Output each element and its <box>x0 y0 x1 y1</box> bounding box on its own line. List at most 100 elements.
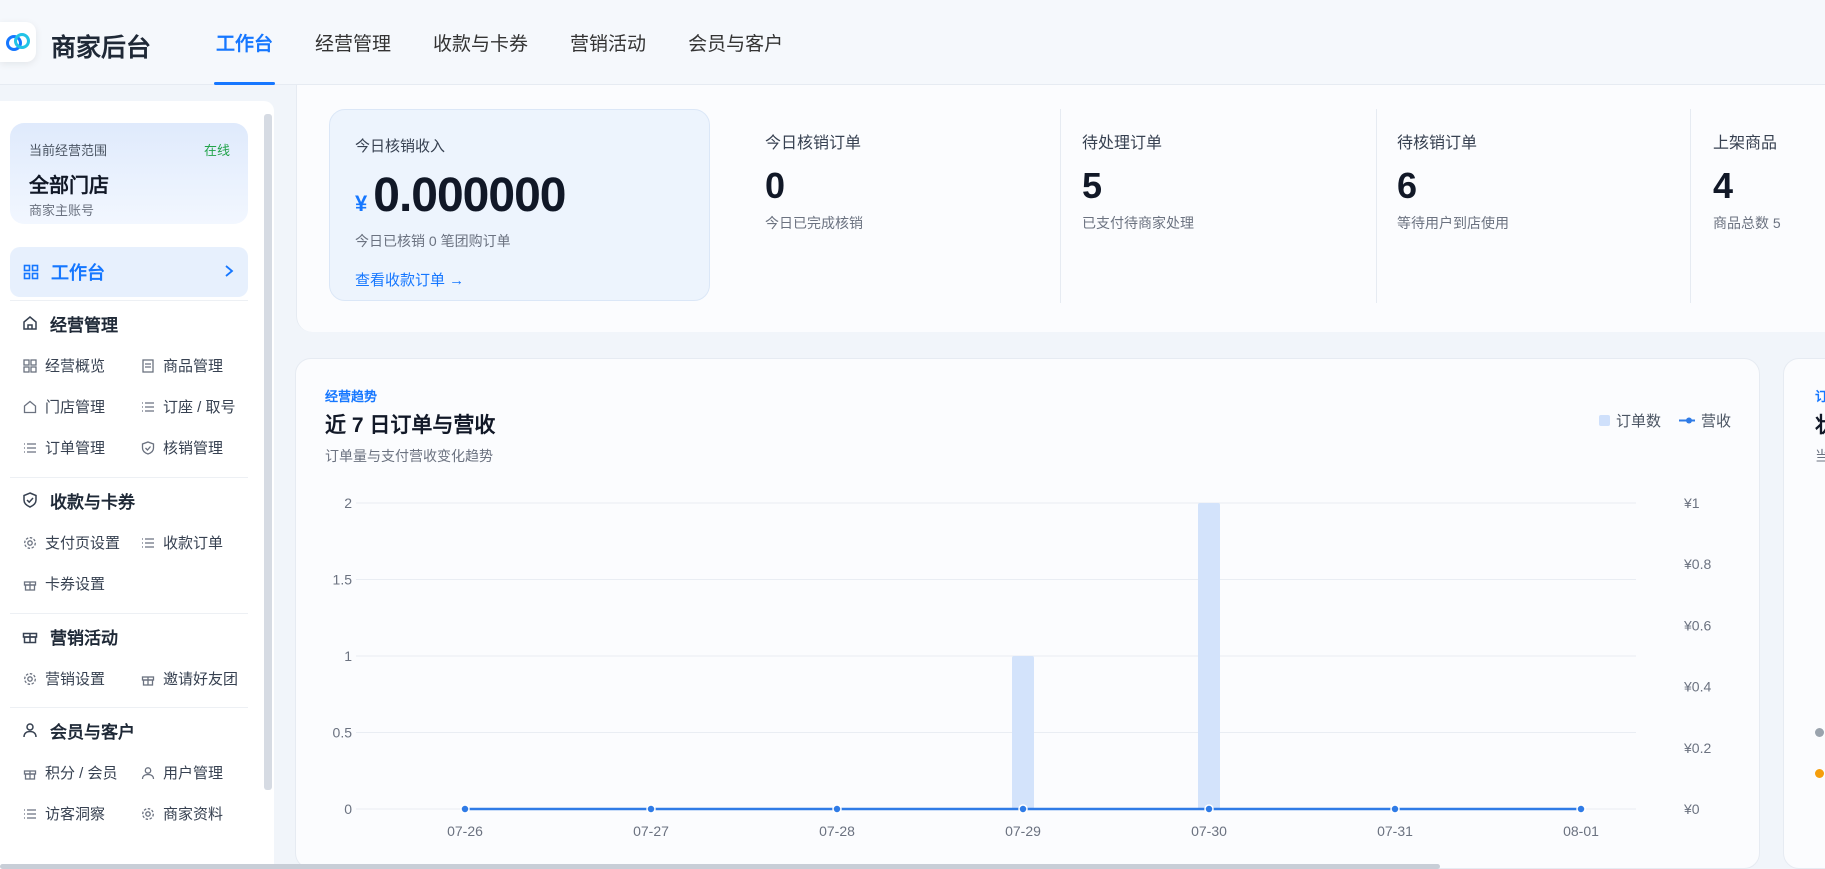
nav-tab-payments-coupons[interactable]: 收款与卡券 <box>431 0 530 85</box>
brand-name: 商家后台 <box>51 34 152 62</box>
sidebar-item-marketing-settings[interactable]: 营销设置 <box>22 658 140 699</box>
gear-icon <box>22 671 38 687</box>
scope-label: 当前经营范围 <box>29 143 108 158</box>
kpi-card: 今日核销收入 ¥ 0.000000 今日已核销 0 笔团购订单 查看收款订单 →… <box>296 85 1825 332</box>
main-nav: 工作台 经营管理 收款与卡券 营销活动 会员与客户 <box>214 0 823 85</box>
account-type: 商家主账号 <box>29 203 95 218</box>
user-icon <box>140 765 156 781</box>
y-right-tick-label: ¥0.8 <box>1683 556 1711 572</box>
stat-value: 5 <box>1082 165 1103 206</box>
sidebar-item-payment-orders[interactable]: 收款订单 <box>140 522 260 563</box>
bar-orders <box>1012 656 1034 809</box>
nav-tab-marketing[interactable]: 营销活动 <box>568 0 648 85</box>
list-icon <box>140 399 156 415</box>
gift-icon <box>140 671 156 687</box>
view-payment-orders-link[interactable]: 查看收款订单 → <box>355 269 464 290</box>
gift-icon <box>22 576 38 592</box>
x-tick-label: 07-31 <box>1377 823 1413 839</box>
sidebar-item-products[interactable]: 商品管理 <box>140 345 260 386</box>
brand-logo[interactable] <box>0 22 36 62</box>
stat-listed-products[interactable]: 上架商品 4 商品总数 5 <box>1713 109 1781 301</box>
sidebar-item-invite-group[interactable]: 邀请好友团 <box>140 658 260 699</box>
bar-orders <box>1198 503 1220 809</box>
list-icon <box>22 806 38 822</box>
x-tick-label: 07-30 <box>1191 823 1227 839</box>
legend-dot-gray <box>1815 728 1824 737</box>
section-title-operations[interactable]: 经营管理 <box>10 301 248 345</box>
gift-icon <box>22 765 38 781</box>
section-title-payments[interactable]: 收款与卡券 <box>10 478 248 522</box>
horizontal-scrollbar[interactable] <box>0 864 1440 869</box>
point-revenue <box>1204 804 1214 814</box>
sidebar-item-overview[interactable]: 经营概览 <box>22 345 140 386</box>
shield-icon <box>22 492 38 508</box>
business-scope-card[interactable]: 当前经营范围 在线 全部门店 商家主账号 <box>10 123 248 224</box>
x-tick-label: 08-01 <box>1563 823 1599 839</box>
x-tick-label: 07-26 <box>447 823 483 839</box>
today-revenue-note: 今日已核销 0 笔团购订单 <box>355 233 511 249</box>
status-card: 订 状 当 <box>1783 358 1825 869</box>
divider <box>1376 109 1377 303</box>
status-card-tag: 订 <box>1815 386 1825 405</box>
point-revenue <box>460 804 470 814</box>
top-navbar: 商家后台 工作台 经营管理 收款与卡券 营销活动 会员与客户 <box>0 0 1825 85</box>
stat-value: 0 <box>765 165 786 206</box>
nav-tab-operations[interactable]: 经营管理 <box>313 0 393 85</box>
stat-value: 4 <box>1713 165 1734 206</box>
today-revenue-label: 今日核销收入 <box>355 138 446 155</box>
sidebar-item-orders[interactable]: 订单管理 <box>22 427 140 468</box>
x-tick-label: 07-28 <box>819 823 855 839</box>
divider <box>1690 109 1691 303</box>
y-left-tick-label: 0 <box>344 801 352 817</box>
section-title-marketing[interactable]: 营销活动 <box>10 614 248 658</box>
stat-today-redeemed[interactable]: 今日核销订单 0 今日已完成核销 <box>765 109 863 301</box>
y-left-tick-label: 2 <box>344 495 352 511</box>
nav-tab-workbench[interactable]: 工作台 <box>214 0 276 85</box>
y-left-tick-label: 1.5 <box>333 572 353 588</box>
y-left-tick-label: 1 <box>344 648 352 664</box>
document-icon <box>140 358 156 374</box>
y-right-tick-label: ¥0.4 <box>1683 679 1711 695</box>
link-logo-icon <box>6 33 30 51</box>
sidebar-section-operations: 经营管理 经营概览 商品管理 门店管理 订座 / 取号 订单管理 核销管理 <box>10 300 248 468</box>
gear-icon <box>22 535 38 551</box>
section-title-members[interactable]: 会员与客户 <box>10 708 248 752</box>
sidebar-item-visitor-insights[interactable]: 访客洞察 <box>22 793 140 834</box>
y-right-tick-label: ¥0.2 <box>1683 740 1711 756</box>
point-revenue <box>1576 804 1586 814</box>
sidebar-section-marketing: 营销活动 营销设置 邀请好友团 <box>10 613 248 699</box>
sidebar-item-payment-page[interactable]: 支付页设置 <box>22 522 140 563</box>
stat-pending-orders[interactable]: 待处理订单 5 已支付待商家处理 <box>1082 109 1194 301</box>
y-left-tick-label: 0.5 <box>333 725 353 741</box>
sidebar-item-user-management[interactable]: 用户管理 <box>140 752 260 793</box>
sidebar-item-redemption[interactable]: 核销管理 <box>140 427 260 468</box>
sidebar-item-workbench[interactable]: 工作台 <box>10 247 248 297</box>
sidebar-item-points-membership[interactable]: 积分 / 会员 <box>22 752 140 793</box>
grid-icon <box>23 264 39 280</box>
list-icon <box>22 440 38 456</box>
revenue-amount: 0.000000 <box>373 169 566 222</box>
sidebar-item-merchant-profile[interactable]: 商家资料 <box>140 793 260 834</box>
sidebar-scrollbar[interactable] <box>264 114 272 790</box>
trend-chart: 0 0.5 1 1.5 2 ¥0 ¥0.2 ¥0.4 ¥0.6 ¥0.8 ¥1 07-26 07-27 0… <box>333 495 1712 839</box>
sidebar-item-reservations[interactable]: 订座 / 取号 <box>140 386 260 427</box>
online-status: 在线 <box>203 143 230 158</box>
currency-symbol: ¥ <box>355 191 368 216</box>
sidebar-item-coupon-settings[interactable]: 卡券设置 <box>22 563 140 604</box>
point-revenue <box>1018 804 1028 814</box>
legend-dot-orange <box>1815 769 1824 778</box>
grid-icon <box>22 358 38 374</box>
status-card-subtitle: 当 <box>1815 446 1825 466</box>
sidebar-section-payments: 收款与卡券 支付页设置 收款订单 卡券设置 <box>10 477 248 604</box>
stat-awaiting-redemption[interactable]: 待核销订单 6 等待用户到店使用 <box>1397 109 1509 301</box>
nav-tab-members-customers[interactable]: 会员与客户 <box>686 0 785 85</box>
home-icon <box>22 315 38 331</box>
gear-icon <box>140 806 156 822</box>
home-icon <box>22 399 38 415</box>
today-revenue-value: ¥ 0.000000 <box>355 168 684 223</box>
shield-icon <box>140 440 156 456</box>
y-right-tick-label: ¥0 <box>1683 801 1700 817</box>
sidebar-item-stores[interactable]: 门店管理 <box>22 386 140 427</box>
stat-value: 6 <box>1397 165 1418 206</box>
point-revenue <box>1390 804 1400 814</box>
